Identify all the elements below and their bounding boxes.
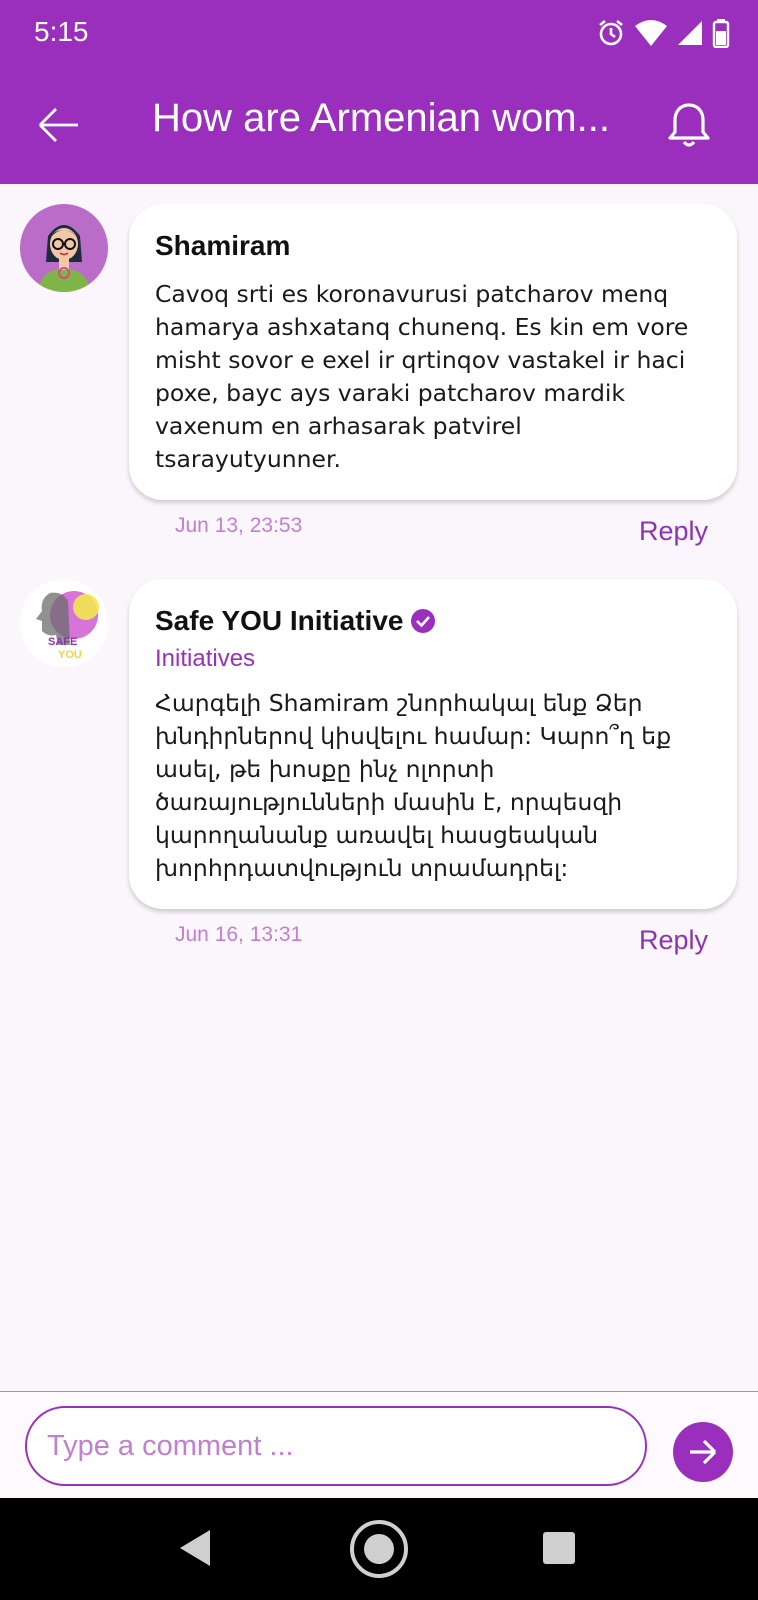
- avatar: SAFE YOU: [20, 579, 108, 667]
- user-avatar-icon: [38, 225, 90, 292]
- comment-author: Safe YOU Initiative: [155, 605, 711, 637]
- nav-back-icon[interactable]: [178, 1528, 212, 1568]
- comment-input[interactable]: [25, 1406, 647, 1486]
- comment-bubble: Safe YOU Initiative Initiatives Հարգելի …: [129, 579, 737, 909]
- status-icons: 4: [596, 16, 730, 50]
- reply-button[interactable]: Reply: [639, 925, 708, 956]
- system-navigation-bar: [0, 1498, 758, 1600]
- comment-timestamp: Jun 16, 13:31: [175, 923, 303, 946]
- reply-button[interactable]: Reply: [639, 516, 708, 547]
- comment-author: Shamiram: [155, 230, 291, 261]
- comment-category: Initiatives: [155, 645, 256, 672]
- avatar: [20, 204, 108, 292]
- arrow-left-icon: [39, 108, 78, 142]
- back-button[interactable]: [34, 100, 84, 150]
- comment-composer: [0, 1391, 758, 1498]
- comment-author-name: Safe YOU Initiative: [155, 605, 404, 636]
- alarm-icon: [599, 19, 623, 46]
- nav-recents-icon[interactable]: [543, 1532, 575, 1564]
- status-time: 5:15: [34, 16, 89, 47]
- send-button[interactable]: [673, 1422, 733, 1482]
- comment-text: Cavoq srti es koronavurusi patcharov men…: [155, 280, 689, 473]
- page-title: How are Armenian wom...: [152, 96, 610, 140]
- bell-icon: [668, 103, 710, 147]
- signal-icon: [678, 21, 702, 45]
- app-bar: How are Armenian wom...: [0, 66, 758, 184]
- arrow-right-icon: [690, 1439, 717, 1465]
- comment-timestamp: Jun 13, 23:53: [175, 514, 303, 537]
- svg-text:4: 4: [656, 35, 662, 47]
- wifi-icon: 4: [635, 20, 667, 47]
- battery-icon: [712, 19, 730, 48]
- safe-you-logo: SAFE YOU: [20, 579, 108, 667]
- nav-home-icon[interactable]: [349, 1519, 409, 1579]
- comment-text: Հարգելի Shamiram շնորհակալ ենք Ձեր խնդիր…: [155, 689, 672, 882]
- comment-bubble: Shamiram Cavoq srti es koronavurusi patc…: [129, 204, 737, 500]
- notifications-button[interactable]: [664, 100, 714, 150]
- svg-text:SAFE: SAFE: [48, 636, 77, 648]
- verified-badge-icon: [411, 609, 436, 633]
- svg-text:YOU: YOU: [58, 649, 82, 661]
- status-bar: 5:15 4: [0, 0, 758, 66]
